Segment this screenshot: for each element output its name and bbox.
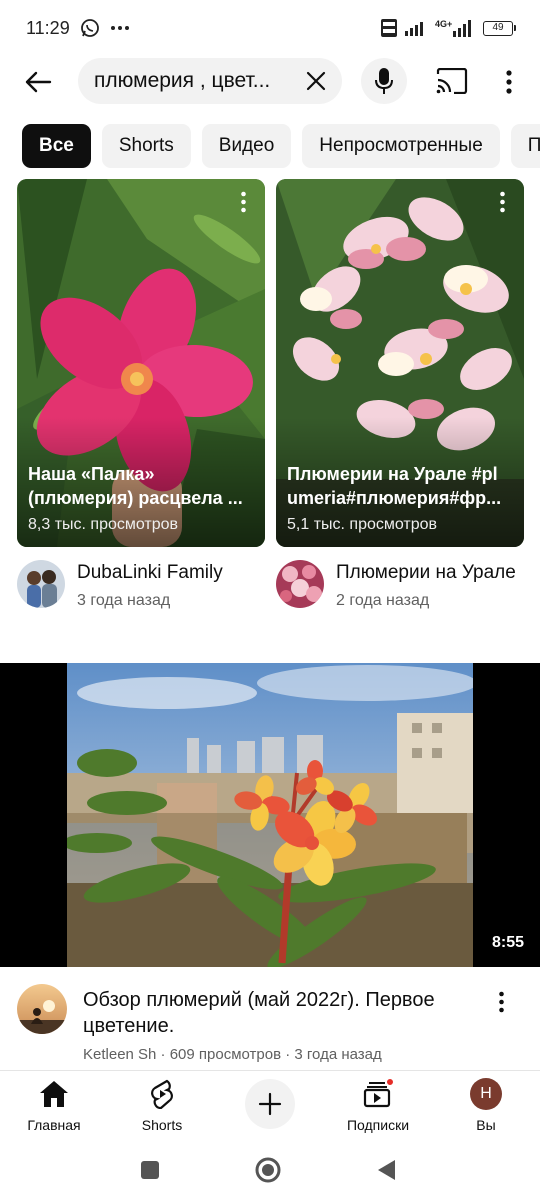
- short-title-line: Плюмерии на Урале #pl: [287, 464, 498, 484]
- short-title-line: Наша «Палка»: [28, 464, 155, 484]
- short-title-line: umeria#плюмерия#фр...: [287, 488, 502, 508]
- nav-label: Главная: [27, 1117, 81, 1133]
- more-vertical-icon: [506, 70, 512, 94]
- chip-shorts[interactable]: Shorts: [101, 124, 191, 168]
- channel-name[interactable]: Плюмерии на Урале: [336, 562, 516, 584]
- mic-icon: [375, 68, 393, 94]
- channel-avatar[interactable]: [17, 984, 67, 1034]
- back-arrow-icon: [25, 71, 52, 93]
- short-title: Плюмерии на Урале #pl umeria#плюмерия#фр…: [287, 462, 512, 510]
- svg-text:4G+: 4G+: [435, 19, 452, 29]
- video-duration: 8:55: [485, 931, 530, 955]
- short-channel-row[interactable]: DubaLinki Family 3 года назад: [17, 558, 277, 614]
- video-meta: Ketleen Sh · 609 просмотров · 3 года наз…: [83, 1046, 382, 1063]
- volte-icon: [381, 19, 397, 37]
- back-button[interactable]: [20, 64, 56, 100]
- search-header: плюмерия , цвет...: [0, 56, 540, 106]
- more-vertical-icon: [240, 191, 246, 213]
- video-info[interactable]: Обзор плюмерий (май 2022г). Первое цвете…: [0, 980, 540, 1070]
- more-vertical-icon: [499, 191, 505, 213]
- more-dots-icon: [110, 25, 130, 31]
- upload-date: 2 года назад: [336, 592, 430, 609]
- short-menu-button[interactable]: [233, 189, 253, 215]
- search-query[interactable]: плюмерия , цвет...: [94, 69, 270, 93]
- short-channel-row[interactable]: Плюмерии на Урале 2 года назад: [276, 558, 536, 614]
- status-time: 11:29: [26, 17, 70, 38]
- nav-label: Shorts: [141, 1117, 183, 1133]
- create-button[interactable]: [245, 1079, 295, 1129]
- signal-icon: [405, 20, 427, 36]
- nav-shorts[interactable]: Shorts: [112, 1077, 212, 1137]
- nav-label: Вы: [476, 1117, 496, 1133]
- short-views: 8,3 тыс. просмотров: [28, 516, 179, 533]
- chip-all[interactable]: Все: [22, 124, 91, 168]
- plus-icon: [258, 1092, 282, 1116]
- nav-label: Подписки: [346, 1117, 410, 1133]
- battery-icon: 49: [483, 20, 516, 36]
- signal-4g-icon: 4G+: [435, 18, 475, 38]
- notification-dot: [385, 1077, 395, 1087]
- close-icon: [306, 71, 326, 91]
- status-bar: 11:29 4G+ 49: [0, 0, 540, 56]
- upload-date: 3 года назад: [77, 592, 171, 609]
- user-avatar: Н: [470, 1078, 502, 1110]
- home-icon: [40, 1081, 68, 1107]
- home-system-button[interactable]: [252, 1154, 284, 1186]
- triangle-back-icon: [378, 1160, 395, 1180]
- battery-level: 49: [483, 20, 513, 36]
- chip-videos[interactable]: Видео: [201, 124, 292, 168]
- more-options-button[interactable]: [496, 66, 522, 98]
- cast-button[interactable]: [434, 66, 470, 96]
- shorts-icon: [151, 1079, 173, 1109]
- system-navigation: [0, 1140, 540, 1200]
- square-icon: [141, 1161, 159, 1179]
- video-thumbnail[interactable]: 8:55: [0, 663, 540, 967]
- nav-home[interactable]: Главная: [4, 1077, 104, 1137]
- bottom-navigation: Главная Shorts Подписки Н Вы: [0, 1070, 540, 1140]
- nav-you[interactable]: Н Вы: [436, 1077, 536, 1137]
- video-thumbnail-image: [67, 663, 473, 967]
- video-menu-button[interactable]: [490, 988, 512, 1016]
- whatsapp-icon: [80, 18, 100, 38]
- channel-avatar[interactable]: [276, 560, 324, 608]
- channel-avatar[interactable]: [17, 560, 65, 608]
- circle-icon: [255, 1157, 281, 1183]
- video-title[interactable]: Обзор плюмерий (май 2022г). Первое цвете…: [83, 987, 483, 1039]
- chip-unwatched[interactable]: Непросмотренные: [302, 124, 500, 168]
- recents-button[interactable]: [134, 1154, 166, 1186]
- short-card[interactable]: Наша «Палка» (плюмерия) расцвела ... 8,3…: [17, 179, 265, 547]
- short-menu-button[interactable]: [492, 189, 512, 215]
- back-system-button[interactable]: [370, 1154, 402, 1186]
- channel-name[interactable]: DubaLinki Family: [77, 562, 223, 584]
- cast-icon: [436, 68, 468, 94]
- voice-search-button[interactable]: [361, 58, 407, 104]
- nav-subscriptions[interactable]: Подписки: [328, 1077, 428, 1137]
- filter-chips: Все Shorts Видео Непросмотренные П: [22, 124, 540, 168]
- more-vertical-icon: [498, 991, 504, 1013]
- short-title-line: (плюмерия) расцвела ...: [28, 488, 243, 508]
- clear-search-button[interactable]: [302, 67, 330, 95]
- short-card[interactable]: Плюмерии на Урале #pl umeria#плюмерия#фр…: [276, 179, 524, 547]
- short-title: Наша «Палка» (плюмерия) расцвела ...: [28, 462, 253, 510]
- short-views: 5,1 тыс. просмотров: [287, 516, 438, 533]
- search-input[interactable]: плюмерия , цвет...: [78, 58, 342, 104]
- chip-next[interactable]: П: [510, 124, 540, 168]
